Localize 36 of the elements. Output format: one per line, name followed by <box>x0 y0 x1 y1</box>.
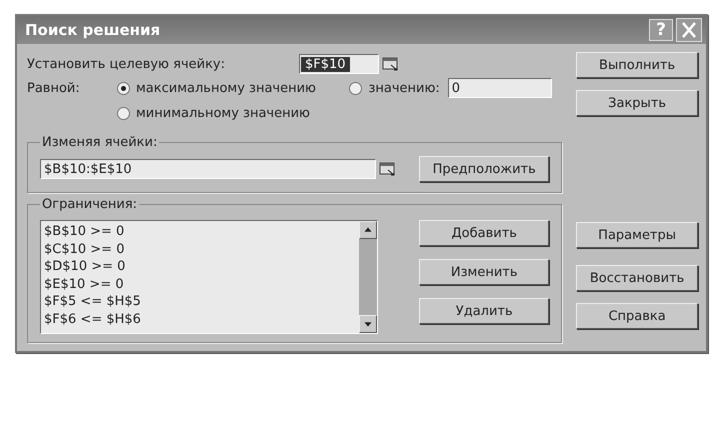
window-title: Поиск решения <box>25 21 162 39</box>
constraint-button[interactable]: Удалить <box>419 298 550 324</box>
guess-button[interactable]: Предположить <box>419 156 550 182</box>
collapse-dialog-icon[interactable] <box>379 161 397 177</box>
constraint-item[interactable]: $E$10 >= 0 <box>44 276 356 293</box>
constraint-button[interactable]: Изменить <box>419 259 550 285</box>
radio-label: значению: <box>368 80 440 96</box>
dialog-button[interactable]: Закрыть <box>576 90 698 116</box>
constraint-item[interactable]: $F$5 <= $H$5 <box>44 293 356 310</box>
close-icon[interactable] <box>676 18 702 42</box>
constraints-list[interactable]: $B$10 >= 0 $C$10 >= 0 $D$10 >= 0 $E$10 >= 0 $F$5 <= $H$5 $F$6 <= $H$6 <box>40 220 378 334</box>
scroll-down-icon[interactable] <box>359 315 377 333</box>
radio-label: минимальному значению <box>136 106 310 121</box>
radio-button[interactable] <box>117 107 130 120</box>
constraint-item[interactable]: $F$6 <= $H$6 <box>44 310 356 328</box>
radio-label: максимальному значению <box>136 80 316 96</box>
dialog-button[interactable]: Выполнить <box>576 52 698 78</box>
options-button[interactable]: Параметры <box>576 222 698 248</box>
collapse-dialog-icon[interactable] <box>382 56 400 72</box>
value-field[interactable]: 0 <box>448 78 552 98</box>
radio-button[interactable] <box>349 82 362 94</box>
equal-to-label: Равной: <box>27 80 81 96</box>
group-label: Ограничения: <box>41 197 138 212</box>
group-label: Изменяя ячейки: <box>41 135 158 150</box>
dialog-button[interactable]: Справка <box>576 303 698 329</box>
constraint-item[interactable]: $D$10 >= 0 <box>44 258 356 276</box>
target-cell-label: Установить целевую ячейку: <box>27 56 226 72</box>
scroll-up-icon[interactable] <box>359 221 377 239</box>
target-cell-field[interactable]: $F$10 <box>299 54 379 74</box>
target-cell-value: $F$10 <box>301 56 350 72</box>
dialog-button[interactable]: Восстановить <box>576 265 698 291</box>
changing-cells-field[interactable]: $B$10:$E$10 <box>40 159 376 179</box>
constraint-button[interactable]: Добавить <box>419 220 550 246</box>
constraint-item[interactable]: $C$10 >= 0 <box>44 240 356 258</box>
constraint-item[interactable]: $B$10 >= 0 <box>44 223 356 240</box>
radio-button[interactable] <box>117 82 130 94</box>
